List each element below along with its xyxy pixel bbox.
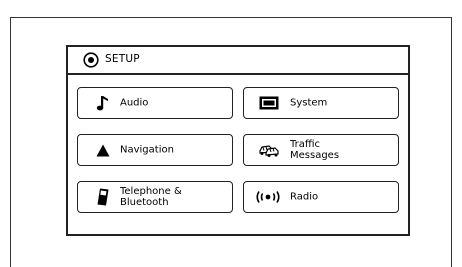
system-label: System — [290, 97, 328, 109]
audio-label: Audio — [120, 97, 149, 109]
system-button[interactable]: System — [243, 87, 399, 119]
telephone-bluetooth-label: Telephone & Bluetooth — [120, 186, 182, 208]
radio-waves-icon — [254, 187, 282, 207]
traffic-messages-button[interactable]: Traffic Messages — [243, 134, 399, 166]
music-note-icon — [92, 93, 114, 113]
navigation-button[interactable]: Navigation — [77, 134, 233, 166]
page-title: SETUP — [105, 53, 140, 65]
navigation-label: Navigation — [120, 144, 174, 156]
display-icon — [258, 93, 280, 113]
phone-icon — [92, 187, 114, 207]
arrow-up-icon — [92, 140, 114, 160]
radio-button[interactable]: Radio — [243, 181, 399, 213]
telephone-bluetooth-button[interactable]: Telephone & Bluetooth — [77, 181, 233, 213]
audio-button[interactable]: Audio — [77, 87, 233, 119]
setup-panel: SETUP Audio System Navigation Traffic Me… — [66, 45, 410, 236]
panel-header: SETUP — [68, 47, 408, 75]
radio-label: Radio — [290, 191, 319, 203]
traffic-messages-label: Traffic Messages — [290, 139, 340, 161]
traffic-cars-icon — [258, 140, 280, 160]
gear-icon — [83, 52, 99, 68]
